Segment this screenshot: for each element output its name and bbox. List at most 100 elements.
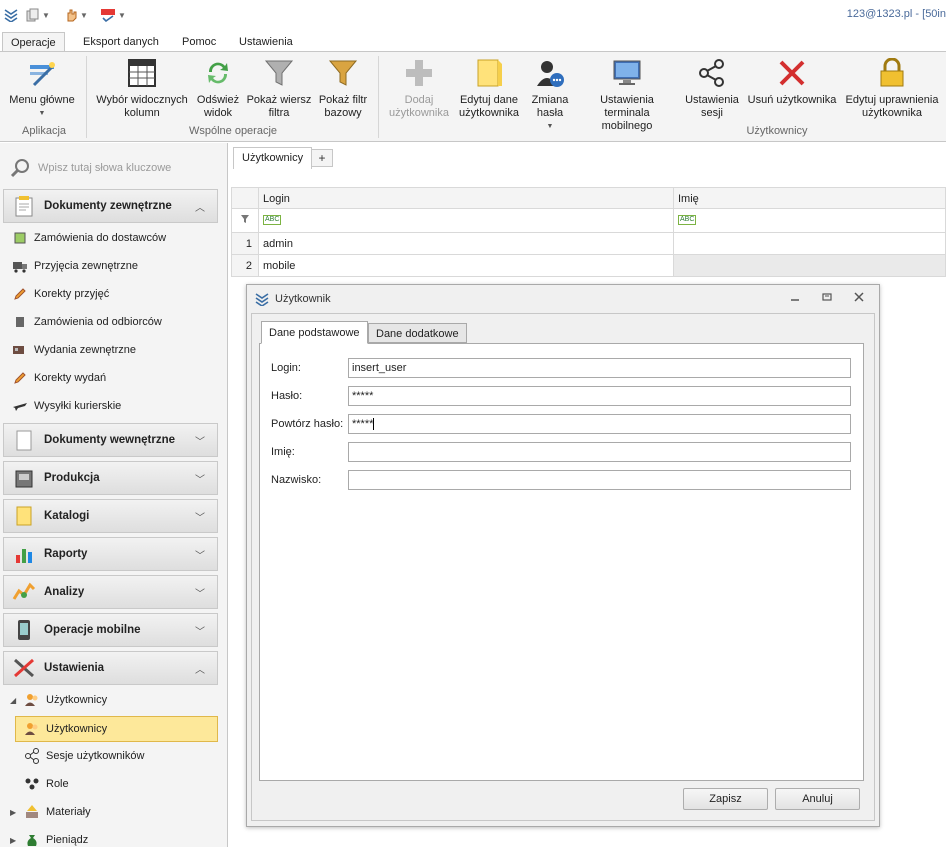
search-box[interactable]: Wpisz tutaj słowa kluczowe (10, 157, 220, 179)
cell-login[interactable]: admin (259, 233, 674, 255)
edit-user-button[interactable]: Edytuj dane użytkownika (456, 56, 522, 120)
filter-cell-name[interactable]: ABC (674, 209, 946, 233)
plus-icon (406, 60, 432, 86)
save-button[interactable]: Zapisz (683, 788, 768, 810)
restore-button[interactable] (819, 291, 835, 307)
nav-group-reports[interactable]: Raporty ﹀ (3, 537, 218, 571)
refresh-button[interactable]: Odśwież widok (195, 56, 241, 120)
tab-pomoc[interactable]: Pomoc (174, 32, 224, 52)
repeat-password-label: Powtórz hasło: (271, 418, 344, 430)
tab-ustawienia[interactable]: Ustawienia (231, 32, 301, 52)
mobile-terminal-settings-button[interactable]: Ustawienia terminala mobilnego (578, 56, 676, 133)
cell-name[interactable] (674, 255, 946, 277)
nav-group-catalogs[interactable]: Katalogi ﹀ (3, 499, 218, 533)
tab-eksport-danych[interactable]: Eksport danych (75, 32, 167, 52)
nav-item-roles[interactable]: Role (24, 774, 69, 794)
abc-filter-icon: ABC (263, 215, 282, 226)
show-filter-row-button[interactable]: Pokaż wiersz filtra (246, 56, 312, 120)
dialog-title-bar[interactable]: Użytkownik (247, 285, 879, 313)
tab-basic-data[interactable]: Dane podstawowe (261, 321, 368, 344)
issue-truck-icon (13, 346, 24, 354)
group-label-common: Wspólne operacje (188, 125, 278, 137)
quick-hand-button[interactable]: ▼ (64, 6, 88, 24)
nav-group-internal-docs[interactable]: Dokumenty wewnętrzne ﹀ (3, 423, 218, 457)
nav-group-analyses[interactable]: Analizy ﹀ (3, 575, 218, 609)
nav-item-money[interactable]: ▶ Pieniądz (10, 830, 88, 850)
document-icon (16, 430, 32, 451)
document-tab-users[interactable]: Użytkownicy (233, 147, 313, 169)
nav-item-external-receipts[interactable]: Przyjęcia zewnętrzne (12, 256, 138, 276)
cell-login[interactable]: mobile (259, 255, 674, 277)
close-button[interactable] (851, 291, 867, 307)
basic-data-form: Login: insert_user Hasło: ***** Powtórz … (259, 343, 864, 781)
nav-item-users-parent[interactable]: ◢ Użytkownicy (10, 690, 107, 710)
quick-copy-button[interactable]: ▼ (26, 6, 50, 24)
user-dialog: Użytkownik Dane podstawowe Dane dodatkow… (246, 284, 880, 827)
nav-item-user-sessions[interactable]: Sesje użytkowników (24, 746, 144, 766)
firstname-input[interactable] (348, 442, 851, 462)
filter-icon (264, 60, 294, 86)
nav-group-production[interactable]: Produkcja ﹀ (3, 461, 218, 495)
chevron-up-icon: ︿ (195, 665, 205, 676)
chevron-down-icon: ﹀ (195, 551, 205, 562)
nav-item-issue-corrections[interactable]: Korekty wydań (12, 368, 106, 388)
roles-icon (25, 778, 39, 790)
filter-small-icon (241, 215, 249, 223)
login-input[interactable]: insert_user (348, 358, 851, 378)
nav-group-external-docs[interactable]: Dokumenty zewnętrzne ︿ (3, 189, 218, 223)
show-base-filter-button[interactable]: Pokaż filtr bazowy (316, 56, 370, 120)
hand-icon (67, 9, 77, 22)
repeat-password-input[interactable]: ***** (348, 414, 851, 434)
row-number: 1 (231, 233, 259, 255)
nav-group-settings[interactable]: Ustawienia ︿ (3, 651, 218, 685)
chevron-down-icon: ▼ (80, 10, 88, 20)
change-password-button[interactable]: Zmiana hasła ▼ (526, 56, 574, 133)
edit-permissions-button[interactable]: Edytuj uprawnienia użytkownika (842, 56, 942, 120)
password-label: Hasło: (271, 390, 303, 402)
password-input[interactable]: ***** (348, 386, 851, 406)
text-caret (373, 418, 375, 431)
column-header-name[interactable]: Imię (674, 187, 946, 209)
nav-item-receipt-corrections[interactable]: Korekty przyjęć (12, 284, 109, 304)
menu-button[interactable]: Menu główne ▼ (4, 56, 80, 120)
ribbon-tabs: Operacje Eksport danych Pomoc Ustawienia (0, 30, 946, 52)
nav-item-customer-orders[interactable]: Zamówienia od odbiorców (12, 312, 162, 332)
users-grid: Login Imię ABC ABC 1 admin 2 mobile (231, 187, 946, 279)
session-settings-button[interactable]: Ustawienia sesji (681, 56, 743, 120)
search-placeholder: Wpisz tutaj słowa kluczowe (38, 162, 172, 174)
nav-item-courier-shipments[interactable]: Wysyłki kurierskie (12, 396, 121, 416)
add-user-button[interactable]: Dodaj użytkownika (386, 56, 452, 120)
padlock-icon (880, 58, 904, 87)
close-icon (854, 292, 864, 302)
nav-item-external-issues[interactable]: Wydania zewnętrzne (12, 340, 136, 360)
add-tab-button[interactable]: + (311, 149, 333, 167)
cancel-button[interactable]: Anuluj (775, 788, 860, 810)
analysis-icon (12, 582, 36, 600)
app-logo-icon (255, 293, 269, 306)
firstname-label: Imię: (271, 446, 295, 458)
lastname-input[interactable] (348, 470, 851, 490)
chevron-down-icon: ﹀ (195, 475, 205, 486)
grid-corner (231, 187, 259, 209)
materials-icon (26, 805, 38, 818)
select-columns-button[interactable]: Wybór widocznych kolumn (92, 56, 192, 120)
filter-cell-login[interactable]: ABC (259, 209, 674, 233)
tab-additional-data[interactable]: Dane dodatkowe (368, 323, 467, 343)
truck-icon (13, 262, 27, 273)
airplane-icon (13, 403, 27, 411)
nav-item-users[interactable]: Użytkownicy (24, 719, 107, 739)
minimize-button[interactable] (787, 291, 803, 307)
menu-wand-icon (30, 62, 55, 87)
nav-item-supplier-orders[interactable]: Zamówienia do dostawców (12, 228, 166, 248)
expanded-triangle-icon: ◢ (10, 695, 17, 705)
delete-user-button[interactable]: Usuń użytkownika (745, 56, 839, 107)
column-header-login[interactable]: Login (259, 187, 674, 209)
tab-operacje[interactable]: Operacje (2, 32, 65, 52)
cell-name[interactable] (674, 233, 946, 255)
nav-group-mobile-ops[interactable]: Operacje mobilne ﹀ (3, 613, 218, 647)
quick-spellcheck-button[interactable]: ▼ (100, 6, 126, 24)
documents-icon (15, 196, 33, 217)
title-bar: ▼ ▼ ▼ 123@1323.pl - [50in (0, 0, 946, 30)
nav-item-materials[interactable]: ▶ Materiały (10, 802, 91, 822)
row-number: 2 (231, 255, 259, 277)
